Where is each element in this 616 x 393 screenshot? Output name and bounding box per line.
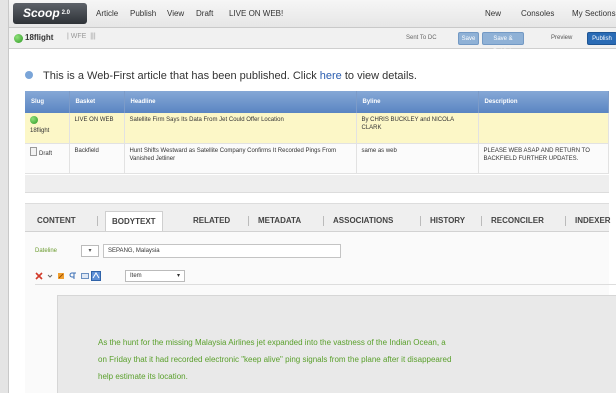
menu-view[interactable]: View (167, 9, 184, 18)
column-header-byline[interactable]: Byline (356, 91, 479, 113)
row-byline-cell: By CHRIS BUCKLEY and NICOLA CLARK (356, 113, 479, 144)
row-slug-cell: 18flight (25, 113, 70, 144)
image-icon[interactable] (81, 272, 89, 280)
app-logo[interactable]: Scoop 2.0 (13, 3, 87, 24)
details-link[interactable]: here (320, 70, 342, 82)
body-line: As the hunt for the missing Malaysia Air… (98, 338, 446, 347)
row-byline-cell: same as web (356, 143, 479, 174)
row-description-cell: PLEASE WEB ASAP AND RETURN TO BACKFIELD … (478, 143, 609, 174)
tab-associations[interactable]: ASSOCIATIONS (327, 211, 399, 231)
tab-related[interactable]: RELATED (187, 211, 236, 231)
row-headline-cell: Hunt Shifts Westward as Satellite Compan… (124, 143, 357, 174)
row-description-cell (478, 113, 609, 144)
tab-divider (565, 216, 566, 226)
publish-button[interactable]: Publish (587, 32, 616, 45)
column-header-basket[interactable]: Basket (69, 91, 125, 113)
menu-draft[interactable]: Draft (196, 9, 213, 18)
preview-label[interactable]: Preview (551, 35, 572, 41)
article-slug-meta: | WFE ||| (67, 33, 96, 40)
status-dot-icon (14, 34, 23, 43)
tab-reconciler[interactable]: RECONCILER (485, 211, 550, 231)
dropdown-arrow-icon[interactable] (47, 272, 53, 280)
paragraph-icon[interactable] (69, 272, 77, 280)
menu-my-sections[interactable]: My Sections (572, 9, 616, 18)
editor-toolbar: Item ▾ (35, 268, 616, 285)
document-icon (30, 146, 37, 156)
tab-divider (323, 216, 324, 226)
delete-icon[interactable] (35, 272, 43, 280)
column-header-headline[interactable]: Headline (124, 91, 357, 113)
menu-consoles[interactable]: Consoles (521, 9, 554, 18)
column-header-description[interactable]: Description (478, 91, 609, 113)
paragraph-style-select[interactable]: Item ▾ (125, 270, 185, 282)
article-slug: 18flight (25, 33, 54, 42)
dateline-input[interactable]: SEPANG, Malaysia (103, 244, 341, 258)
table-row[interactable]: Draft Backfield Hunt Shifts Westward as … (25, 143, 609, 174)
table-header-row: Slug Basket Headline Byline Description (25, 91, 609, 113)
web-first-notice: This is a Web-First article that has bee… (25, 70, 417, 82)
row-slug-cell: Draft (25, 143, 70, 174)
column-header-slug[interactable]: Slug (25, 91, 70, 113)
dateline-type-select[interactable]: ▾ (81, 245, 99, 257)
tab-divider (420, 216, 421, 226)
app-window: Scoop 2.0 Article Publish View Draft LIVE… (8, 0, 616, 393)
article-toolbar: 18flight | WFE ||| Sent To DC Save Save … (9, 28, 616, 55)
save-button[interactable]: Save (458, 32, 479, 45)
format-icon[interactable] (91, 271, 101, 281)
info-icon (25, 71, 33, 79)
body-line: on Friday that it had recorded electroni… (98, 355, 452, 364)
row-basket-cell: LIVE ON WEB (69, 113, 125, 144)
dateline-label: Dateline (35, 248, 58, 254)
menu-live-on-web[interactable]: LIVE ON WEB! (229, 9, 283, 18)
tab-divider (481, 216, 482, 226)
row-headline-cell: Satellite Firm Says Its Data From Jet Co… (124, 113, 357, 144)
tab-indexer[interactable]: INDEXER (569, 211, 616, 231)
tab-divider (97, 216, 98, 226)
tab-metadata[interactable]: METADATA (252, 211, 307, 231)
menu-new[interactable]: New (485, 9, 501, 18)
highlight-icon[interactable] (57, 272, 65, 280)
row-basket-cell: Backfield (69, 143, 125, 174)
body-text[interactable]: As the hunt for the missing Malaysia Air… (98, 334, 616, 385)
save-and-publish-button[interactable]: Save & Publish (482, 32, 524, 55)
body-line: help estimate its location. (98, 372, 188, 381)
menu-publish[interactable]: Publish (130, 9, 156, 18)
menu-article[interactable]: Article (96, 9, 118, 18)
table-row[interactable]: 18flight LIVE ON WEB Satellite Firm Says… (25, 113, 609, 144)
tab-divider (248, 216, 249, 226)
body-editor[interactable]: As the hunt for the missing Malaysia Air… (57, 295, 616, 393)
versions-table: Slug Basket Headline Byline Description … (25, 91, 609, 174)
sent-to-label: Sent To DC (406, 35, 437, 41)
chevron-down-icon: ▾ (176, 273, 180, 279)
tab-history[interactable]: HISTORY (424, 211, 471, 231)
tab-content[interactable]: CONTENT (31, 211, 82, 231)
menu-bar: Scoop 2.0 Article Publish View Draft LIVE… (9, 0, 616, 28)
tab-bodytext[interactable]: BODYTEXT (105, 211, 163, 231)
live-status-icon (30, 116, 38, 124)
table-footer (25, 175, 609, 193)
